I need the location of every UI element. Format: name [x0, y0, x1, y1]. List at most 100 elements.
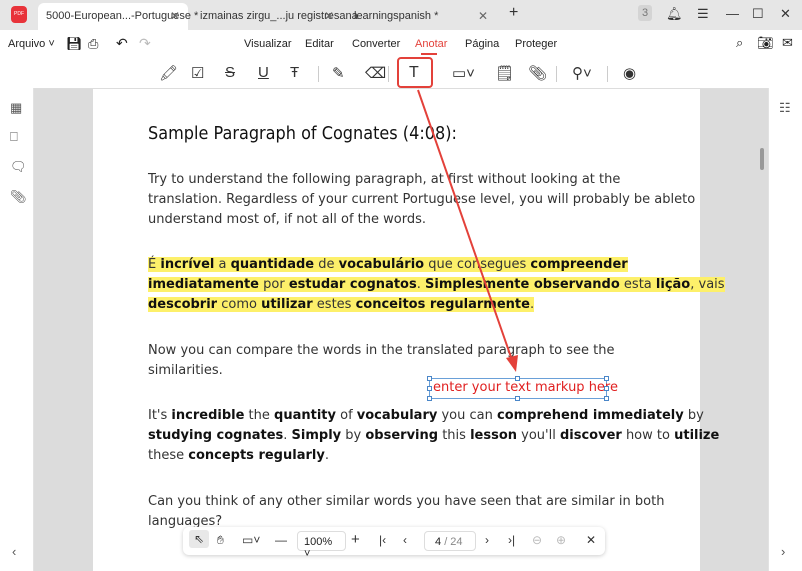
text-run: esta	[619, 277, 656, 292]
comment-icon[interactable]: 🗨︎	[10, 159, 27, 175]
bold-word: observing	[365, 428, 439, 443]
close-toolbar-icon[interactable]: ✕	[586, 533, 596, 547]
bold-word: comprehend immediately	[496, 408, 684, 423]
hand-tool-icon[interactable]: ✋︎	[217, 533, 224, 548]
zoom-out-icon[interactable]: —	[275, 533, 287, 547]
forward-icon[interactable]: ⊕	[556, 533, 566, 547]
text-tool-icon: T	[409, 64, 419, 81]
save-icon[interactable]: 💾︎	[66, 36, 83, 52]
menu-proteger[interactable]: Proteger	[515, 38, 557, 50]
prev-page-icon[interactable]: ‹	[403, 533, 407, 547]
bold-word: quantidade	[230, 257, 315, 272]
bell-icon[interactable]: 🔔︎	[666, 6, 683, 22]
pencil-icon[interactable]: ✎	[332, 64, 345, 82]
eraser-icon[interactable]: ⌫	[365, 64, 386, 82]
camera-icon[interactable]: 📷︎	[757, 35, 774, 51]
zoom-select[interactable]: 100% ˅	[297, 531, 346, 560]
show-annotations-icon[interactable]: ◉	[623, 64, 636, 82]
bottom-toolbar: ⇖ ✋︎ ▭˅ — 100% ˅ + |‹ ‹ 4 / 24 › ›| ⊖ ⊕ …	[183, 527, 605, 560]
highlight-icon[interactable]: 🖍︎	[159, 64, 178, 82]
text-markup-box[interactable]: enter your text markup here	[427, 376, 618, 401]
menu-pagina[interactable]: Página	[465, 38, 499, 50]
bold-word: lesson	[470, 428, 518, 443]
sticky-note-icon[interactable]: 🗒︎	[495, 64, 514, 82]
first-page-icon[interactable]: |‹	[379, 533, 386, 547]
minimize-icon[interactable]: —	[726, 6, 739, 21]
select-tool-icon[interactable]: ⇖	[189, 530, 210, 548]
underline-icon[interactable]: U	[258, 64, 269, 81]
right-sidebar: ☷ ›	[768, 88, 802, 571]
scrollbar-thumb[interactable]	[760, 148, 764, 170]
tab-document-1[interactable]: 5000-European...-Portuguese * ✕	[38, 3, 198, 30]
tab-label: izmainas zirgu_...ju registresana	[200, 10, 358, 22]
bookmark-icon[interactable]: ⎕	[10, 129, 18, 145]
mail-icon[interactable]: ✉	[782, 35, 793, 51]
menu-anotar[interactable]: Anotar	[415, 38, 447, 50]
text-run: , vais	[690, 277, 725, 292]
menu-bar: Arquivo ˅ 💾︎ ⎙ ↶ ↷ Visualizar Editar Con…	[0, 30, 802, 58]
area-highlight-icon[interactable]: ☑	[191, 64, 204, 82]
paragraph-line: similarities.	[148, 363, 223, 378]
text-markup-content[interactable]: enter your text markup here	[433, 380, 618, 395]
paragraph-line: É incrível a quantidade de vocabulário q…	[148, 257, 628, 272]
bold-word: vocabulário	[338, 257, 425, 272]
last-page-icon[interactable]: ›|	[508, 533, 515, 547]
tab-document-3[interactable]: learningspanish * ✕	[346, 3, 496, 30]
text-run: estes	[312, 297, 356, 312]
menu-editar[interactable]: Editar	[305, 38, 334, 50]
text-run: como	[217, 297, 262, 312]
bold-word: imediatamente	[148, 277, 259, 292]
tab-count-badge[interactable]: 3	[638, 5, 653, 21]
next-page-icon[interactable]: ›	[485, 533, 489, 547]
close-tab-icon[interactable]: ✕	[324, 9, 334, 23]
text-run: this	[438, 428, 471, 443]
properties-icon[interactable]: ☷	[779, 100, 791, 116]
file-menu[interactable]: Arquivo ˅	[8, 38, 55, 50]
text-run: É	[148, 257, 161, 272]
maximize-icon[interactable]: ☐	[752, 6, 764, 22]
attachment-icon[interactable]: 📎︎	[528, 64, 547, 82]
menu-converter[interactable]: Converter	[352, 38, 400, 50]
paragraph-line: Now you can compare the words in the tra…	[148, 343, 615, 358]
close-tab-icon[interactable]: ✕	[478, 9, 488, 23]
text-run: .	[416, 277, 425, 292]
rectangle-icon[interactable]: ▭˅	[452, 64, 475, 82]
text-run: by	[683, 408, 704, 423]
close-window-icon[interactable]: ✕	[780, 6, 791, 22]
text-run: .	[324, 448, 329, 463]
text-run: you'll	[517, 428, 560, 443]
collapse-left-icon[interactable]: ‹	[12, 544, 16, 559]
bold-word: compreender	[530, 257, 628, 272]
back-icon[interactable]: ⊖	[532, 533, 542, 547]
paragraph-line: translation. Regardless of your current …	[148, 192, 696, 207]
search-icon[interactable]: ⌕	[736, 35, 743, 51]
tab-document-2[interactable]: izmainas zirgu_...ju registresana ✕	[192, 3, 358, 30]
menu-visualizar[interactable]: Visualizar	[244, 38, 292, 50]
stamp-icon[interactable]: ⚲˅	[572, 64, 592, 82]
text-tool-button[interactable]: T	[397, 57, 433, 88]
paragraph-line: Can you think of any other similar words…	[148, 494, 665, 509]
squiggly-icon[interactable]: Ŧ	[290, 64, 299, 81]
menu-icon[interactable]: ☰	[697, 6, 709, 22]
text-run: It's	[148, 408, 172, 423]
tab-bar: PDF 5000-European...-Portuguese * ✕ izmai…	[0, 0, 802, 30]
close-tab-icon[interactable]: ✕	[170, 9, 180, 23]
app-logo: PDF	[11, 6, 27, 23]
expand-right-icon[interactable]: ›	[781, 544, 785, 559]
zoom-in-icon[interactable]: +	[351, 531, 360, 548]
thumbnails-icon[interactable]: ▦	[10, 100, 22, 116]
page-input[interactable]: 4 / 24	[424, 531, 476, 551]
bold-word: utilize	[674, 428, 720, 443]
text-run: por	[259, 277, 289, 292]
bold-word: concepts regularly	[188, 448, 325, 463]
text-run: of	[335, 408, 357, 423]
text-run: a	[214, 257, 231, 272]
strikethrough-icon[interactable]: S	[225, 64, 235, 81]
paragraph-line: Try to understand the following paragrap…	[148, 172, 621, 187]
view-mode-icon[interactable]: ▭˅	[242, 533, 260, 547]
redo-icon[interactable]: ↷	[139, 35, 151, 52]
print-icon[interactable]: ⎙	[88, 36, 98, 52]
attachment-panel-icon[interactable]: 📎︎	[10, 189, 27, 205]
new-tab-icon[interactable]: +	[509, 4, 518, 22]
undo-icon[interactable]: ↶	[116, 35, 128, 52]
